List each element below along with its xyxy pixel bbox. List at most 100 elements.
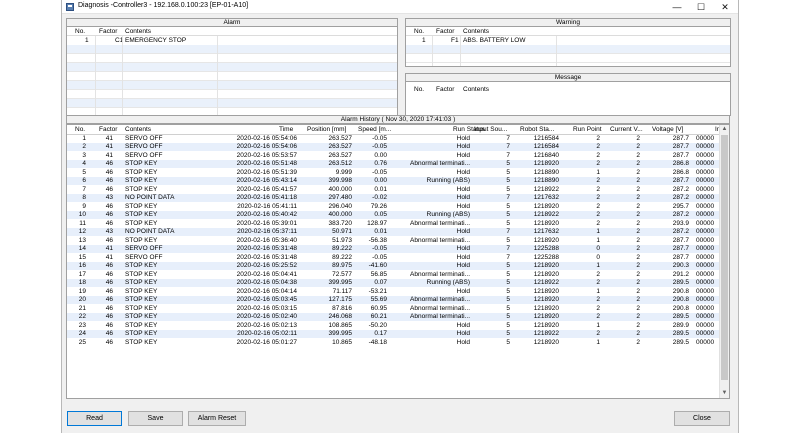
table-row[interactable]: 3 41 SERVO OFF 2020-02-16 05:53:57 263.527 0.…: [67, 151, 719, 160]
scrollbar-thumb[interactable]: [721, 135, 728, 380]
cell-run-point: 2: [596, 202, 600, 210]
cell-robot-status: 1218920: [533, 160, 559, 167]
warning-col-factor: Factor: [436, 28, 455, 35]
cell-speed: -0.05: [372, 134, 387, 142]
table-row[interactable]: 22 46 STOP KEY 2020-02-16 05:02:40 246.068 60…: [67, 312, 719, 321]
cell-current-value: 2: [636, 253, 640, 261]
cell-contents: STOP KEY: [125, 219, 158, 227]
alarm-list[interactable]: No. Factor Contents 1 C1 EMERGENCY STOP: [66, 27, 398, 117]
scroll-up-arrow-icon[interactable]: ▲: [720, 125, 729, 134]
cell-run-status: Abnormal terminati...: [410, 160, 470, 167]
cell-robot-status: 1225288: [533, 245, 559, 252]
cell-run-point: 1: [596, 228, 600, 235]
table-row[interactable]: 6 46 STOP KEY 2020-02-16 05:43:14 399.998 0.0…: [67, 176, 719, 185]
cell-position: 50.971: [332, 228, 352, 235]
table-row[interactable]: 24 46 STOP KEY 2020-02-16 05:02:11 399.995 0.…: [67, 329, 719, 338]
cell-contents: STOP KEY: [125, 330, 158, 337]
cell-input-source: 5: [506, 236, 510, 244]
cell-run-status: Hold: [456, 202, 470, 210]
col-voltage[interactable]: Voltage [V]: [652, 126, 683, 133]
cell-no: 2: [82, 143, 86, 150]
cell-speed: -0.05: [372, 245, 387, 252]
cell-robot-status: 1218920: [533, 270, 559, 278]
message-list[interactable]: No. Factor Contents: [405, 82, 731, 116]
table-row[interactable]: 19 46 STOP KEY 2020-02-16 05:04:14 71.117 -53…: [67, 287, 719, 296]
col-current-value[interactable]: Current V...: [610, 126, 643, 133]
table-row[interactable]: 9 46 STOP KEY 2020-02-16 05:41:11 296.040 79.…: [67, 202, 719, 211]
table-row[interactable]: 12 43 NO POINT DATA 2020-02-16 05:37:11 50.9…: [67, 227, 719, 236]
alarm-reset-button[interactable]: Alarm Reset: [188, 411, 246, 426]
save-button[interactable]: Save: [128, 411, 183, 426]
cell-contents: STOP KEY: [125, 313, 158, 320]
table-row[interactable]: 23 46 STOP KEY 2020-02-16 05:02:13 108.865 -5…: [67, 321, 719, 330]
cell-no: 12: [78, 228, 86, 235]
table-row[interactable]: 7 46 STOP KEY 2020-02-16 05:41:57 400.000 0.0…: [67, 185, 719, 194]
table-row[interactable]: 10 46 STOP KEY 2020-02-16 05:40:42 400.000 0.…: [67, 210, 719, 219]
cell-speed: -0.02: [372, 194, 387, 201]
cell-input-source: 5: [506, 338, 510, 346]
cell-run-point: 0: [596, 253, 600, 261]
table-row[interactable]: 1 41 SERVO OFF 2020-02-16 05:54:06 263.527 -0…: [67, 134, 719, 143]
alarm-row[interactable]: 1 C1 EMERGENCY STOP: [67, 36, 397, 45]
cell-run-point: 1: [596, 338, 600, 346]
cell-input-source: 5: [506, 296, 510, 303]
table-row[interactable]: 25 46 STOP KEY 2020-02-16 05:01:27 10.865 -48…: [67, 338, 719, 347]
col-input-source[interactable]: Input Sou...: [474, 126, 507, 133]
cell-run-point: 1: [596, 287, 600, 295]
table-row[interactable]: 11 46 STOP KEY 2020-02-16 05:39:01 383.720 12…: [67, 219, 719, 228]
scroll-down-arrow-icon[interactable]: ▼: [720, 389, 729, 398]
cell-speed: 0.17: [374, 330, 387, 337]
table-row[interactable]: 14 41 SERVO OFF 2020-02-16 05:31:48 89.222 -0…: [67, 244, 719, 253]
cell-contents: STOP KEY: [125, 338, 158, 346]
read-button[interactable]: Read: [67, 411, 122, 426]
diagnosis-window: Diagnosis -Controller3 - 192.168.0.100:2…: [61, 0, 739, 433]
cell-current-value: 2: [636, 321, 640, 329]
cell-speed: 0.00: [374, 151, 387, 159]
cell-run-point: 2: [596, 177, 600, 184]
cell-input: 00000: [696, 330, 715, 337]
table-row[interactable]: 4 46 STOP KEY 2020-02-16 05:51:48 263.512 0.7…: [67, 159, 719, 168]
cell-voltage: 289.5: [672, 279, 689, 286]
table-row[interactable]: 2 41 SERVO OFF 2020-02-16 05:54:06 263.527 -0…: [67, 142, 719, 151]
col-speed[interactable]: Speed [m...: [358, 126, 391, 133]
minimize-button[interactable]: —: [665, 0, 689, 14]
cell-input: 00000: [696, 177, 715, 184]
cell-input: 00000: [696, 202, 715, 210]
col-contents[interactable]: Contents: [125, 126, 151, 133]
message-header: Message: [405, 73, 731, 82]
close-button[interactable]: Close: [674, 411, 730, 426]
cell-current-value: 2: [636, 202, 640, 210]
cell-contents: SERVO OFF: [125, 134, 163, 142]
warning-row-contents: ABS. BATTERY LOW: [463, 37, 526, 44]
alarm-history-table[interactable]: No. Factor Contents Time Position [mm] S…: [66, 124, 730, 399]
table-row[interactable]: 15 41 SERVO OFF 2020-02-16 05:31:48 89.222 -0…: [67, 253, 719, 262]
table-row[interactable]: 5 46 STOP KEY 2020-02-16 05:51:39 9.999 -0.05…: [67, 168, 719, 177]
table-row[interactable]: 20 46 STOP KEY 2020-02-16 05:03:45 127.175 55…: [67, 295, 719, 304]
maximize-button[interactable]: ☐: [689, 0, 713, 14]
table-row[interactable]: 18 46 STOP KEY 2020-02-16 05:04:38 399.995 0.…: [67, 278, 719, 287]
table-row[interactable]: 13 46 STOP KEY 2020-02-16 05:36:40 51.973 -56…: [67, 236, 719, 245]
cell-run-point: 2: [596, 185, 600, 193]
col-time[interactable]: Time: [279, 126, 293, 133]
history-scrollbar[interactable]: ▲ ▼: [719, 125, 729, 398]
col-factor[interactable]: Factor: [99, 126, 117, 133]
col-robot-status[interactable]: Robot Sta...: [520, 126, 554, 133]
col-no[interactable]: No.: [75, 126, 85, 133]
cell-contents: SERVO OFF: [125, 245, 163, 252]
col-position[interactable]: Position [mm]: [307, 126, 346, 133]
table-row[interactable]: 16 46 STOP KEY 2020-02-16 05:25:52 89.975 -41…: [67, 261, 719, 270]
cell-input-source: 5: [506, 160, 510, 167]
warning-col-no: No.: [414, 28, 425, 35]
warning-columns: No. Factor Contents: [406, 27, 730, 36]
table-row[interactable]: 8 43 NO POINT DATA 2020-02-16 05:41:18 297.4…: [67, 193, 719, 202]
close-window-button[interactable]: ✕: [713, 0, 737, 14]
cell-contents: STOP KEY: [125, 262, 158, 269]
cell-position: 89.975: [332, 262, 352, 269]
col-run-point[interactable]: Run Point: [573, 126, 602, 133]
table-row[interactable]: 21 46 STOP KEY 2020-02-16 05:03:15 87.816 60.…: [67, 304, 719, 313]
warning-row[interactable]: 1 F1 ABS. BATTERY LOW: [406, 36, 730, 45]
cell-robot-status: 1218920: [533, 202, 559, 210]
table-row[interactable]: 17 46 STOP KEY 2020-02-16 05:04:41 72.577 56.…: [67, 270, 719, 279]
cell-current-value: 2: [636, 168, 640, 176]
warning-list[interactable]: No. Factor Contents 1 F1 ABS. BATTERY LO…: [405, 27, 731, 67]
